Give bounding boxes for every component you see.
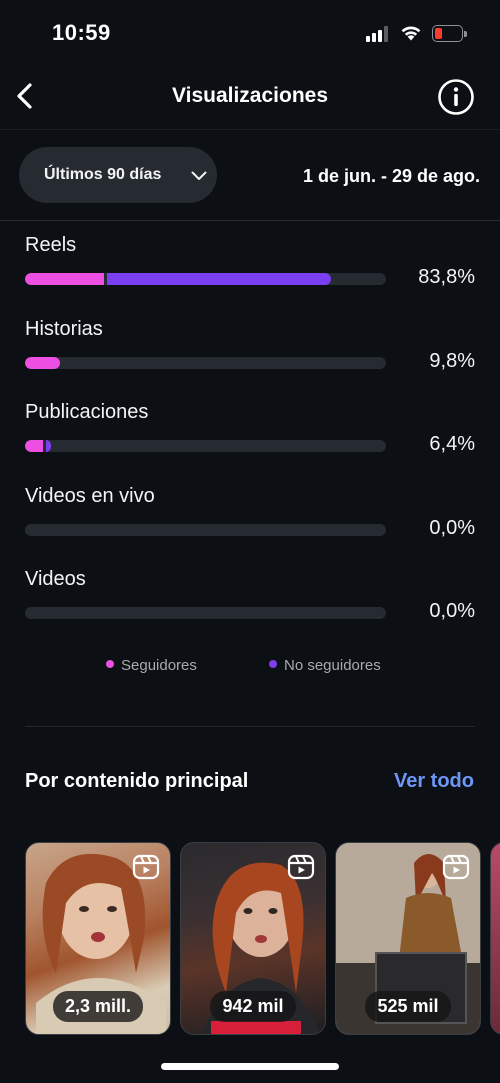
metric-percent: 83,8%: [418, 266, 475, 288]
wifi-icon: [401, 26, 421, 41]
content-thumbnail[interactable]: 942 mil: [180, 842, 326, 1035]
chevron-down-icon: [191, 171, 207, 180]
legend-non-followers-label: No seguidores: [284, 657, 381, 674]
metric-label: Videos: [25, 568, 86, 590]
metric-videos: Videos 0,0%: [25, 568, 475, 638]
section-divider: [25, 726, 475, 727]
metric-stories: Historias 9,8%: [25, 318, 475, 388]
views-count: 942 mil: [210, 991, 296, 1022]
date-range-text: 1 de jun. - 29 de ago.: [302, 166, 480, 186]
followers-segment: [25, 440, 44, 452]
header: Visualizaciones: [0, 64, 500, 130]
metric-bar: [25, 357, 386, 369]
metric-bar: [25, 607, 386, 619]
views-count: 2,3 mill.: [52, 991, 144, 1022]
followers-dot-icon: [106, 660, 114, 668]
page-title: Visualizaciones: [171, 84, 329, 107]
legend-followers-label: Seguidores: [121, 657, 197, 674]
legend-non-followers: No seguidores: [269, 657, 381, 674]
battery-icon: [432, 25, 467, 42]
reel-icon: [442, 854, 470, 880]
followers-segment: [25, 357, 61, 369]
metric-percent: 0,0%: [429, 600, 475, 622]
home-indicator: [161, 1063, 339, 1070]
see-all-link[interactable]: Ver todo: [394, 770, 474, 793]
metric-percent: 0,0%: [429, 517, 475, 539]
top-content-title: Por contenido principal: [25, 770, 249, 792]
metric-live-videos: Videos en vivo 0,0%: [25, 485, 475, 555]
cellular-signal-icon: [366, 26, 392, 42]
top-content-carousel[interactable]: 2,3 mill. 942 mil 525 mil: [0, 842, 500, 1037]
metric-label: Videos en vivo: [25, 485, 155, 507]
non-followers-segment: [106, 273, 331, 285]
metric-label: Reels: [25, 234, 77, 256]
views-badge: 2,3 mill.: [26, 991, 170, 1022]
non-followers-segment: [46, 440, 52, 452]
non-followers-dot-icon: [269, 660, 277, 668]
legend-followers: Seguidores: [106, 657, 197, 674]
legend: Seguidores No seguidores: [0, 657, 500, 679]
content-thumbnail[interactable]: 2,3 mill.: [25, 842, 171, 1035]
metric-label: Publicaciones: [25, 401, 149, 423]
views-count: 525 mil: [365, 991, 451, 1022]
date-range-dropdown[interactable]: Últimos 90 días: [19, 147, 217, 203]
reel-icon: [287, 854, 315, 880]
metric-bar: [25, 273, 386, 285]
metric-reels: Reels 83,8%: [25, 234, 475, 304]
views-badge: 525 mil: [336, 991, 480, 1022]
followers-segment: [25, 273, 104, 285]
metric-label: Historias: [25, 318, 103, 340]
metric-percent: 6,4%: [429, 433, 475, 455]
views-badge: 942 mil: [181, 991, 325, 1022]
reel-icon: [132, 854, 160, 880]
status-time: 10:59: [52, 20, 111, 45]
date-range-dropdown-label: Últimos 90 días: [44, 166, 162, 183]
content-thumbnail[interactable]: [490, 842, 500, 1035]
filter-row: Últimos 90 días 1 de jun. - 29 de ago.: [0, 131, 500, 221]
metric-posts: Publicaciones 6,4%: [25, 401, 475, 471]
status-bar: 10:59: [0, 0, 500, 64]
content-thumbnail[interactable]: 525 mil: [335, 842, 481, 1035]
metric-percent: 9,8%: [429, 350, 475, 372]
metric-bar: [25, 440, 386, 452]
info-button[interactable]: [437, 78, 475, 116]
metric-bar: [25, 524, 386, 536]
